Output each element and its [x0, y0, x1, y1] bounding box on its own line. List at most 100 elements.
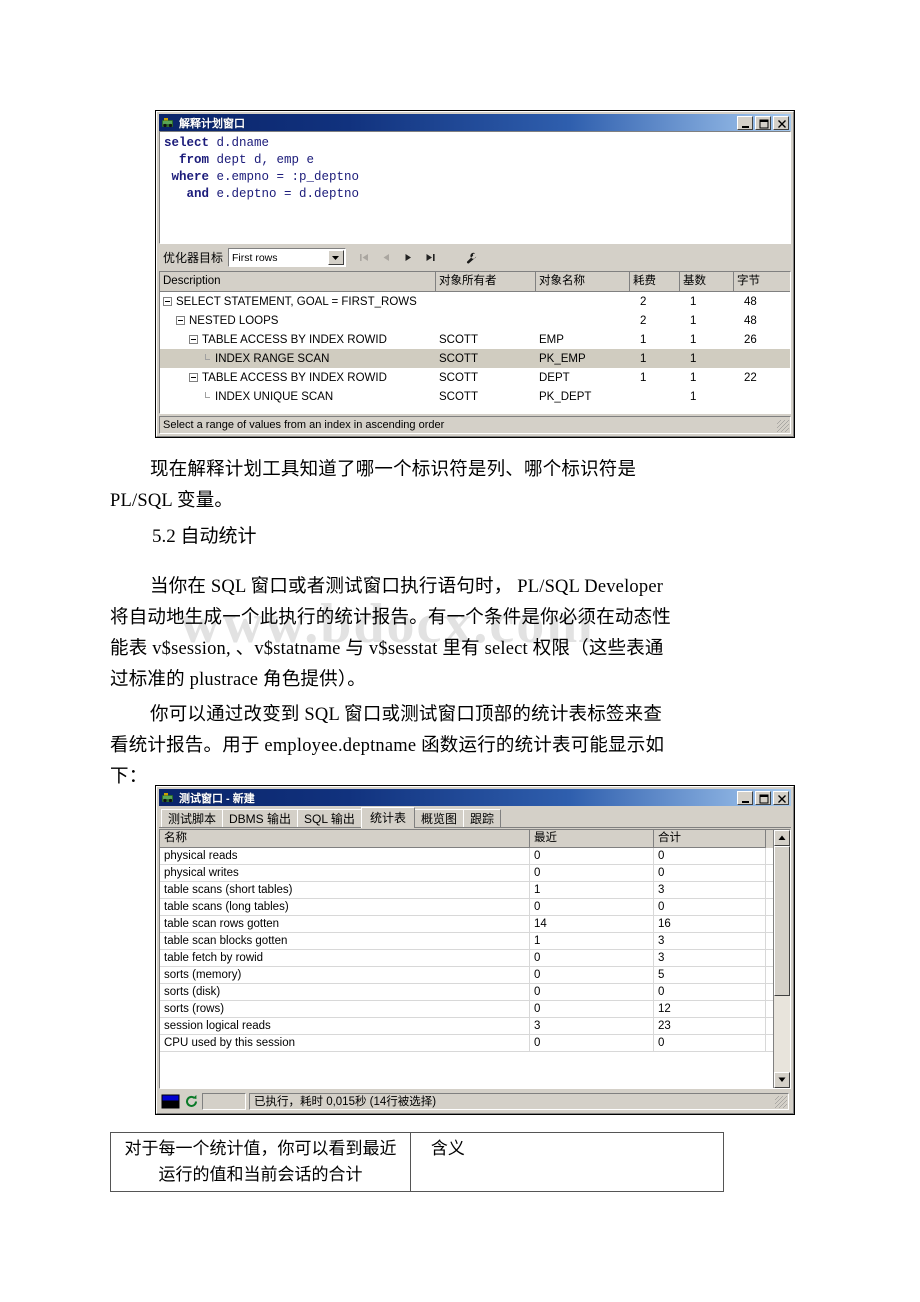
test-window-titlebar[interactable]: 测试窗口 - 新建: [159, 789, 791, 806]
close-button[interactable]: [773, 790, 789, 805]
tab-2[interactable]: DBMS 输出: [222, 809, 299, 827]
maximize-button[interactable]: [755, 790, 771, 805]
statistic-recent-value: 0: [530, 950, 654, 966]
explain-row-object-name: PK_EMP: [539, 352, 586, 365]
statistics-row[interactable]: sorts (rows) 0 12: [160, 1001, 773, 1018]
statistics-row[interactable]: physical writes 0 0: [160, 865, 773, 882]
record-navigator[interactable]: [358, 251, 478, 264]
statistic-recent-value: 0: [530, 1001, 654, 1017]
statistics-row[interactable]: sorts (disk) 0 0: [160, 984, 773, 1001]
scroll-up-arrow-icon[interactable]: [774, 830, 790, 846]
tab-1[interactable]: 测试脚本: [161, 809, 224, 827]
scrollbar-track[interactable]: [774, 996, 790, 1072]
minimize-button[interactable]: [737, 790, 753, 805]
statistic-name: sorts (rows): [160, 1001, 530, 1017]
explain-row-object-owner: SCOTT: [439, 352, 478, 365]
statistic-recent-value: 0: [530, 1035, 654, 1051]
tree-leaf-icon: [202, 354, 211, 363]
test-window[interactable]: 测试窗口 - 新建 测试脚本 DBMS 输出 SQL 输出 统计表 概览图 跟踪 名: [155, 785, 795, 1115]
tab-3[interactable]: SQL 输出: [297, 809, 362, 827]
statistic-recent-value: 1: [530, 882, 654, 898]
chevron-down-icon[interactable]: [328, 250, 345, 265]
explain-grid-body[interactable]: SELECT STATEMENT, GOAL = FIRST_ROWS 2 1 48 N…: [160, 292, 790, 413]
statistics-row[interactable]: CPU used by this session 0 0: [160, 1035, 773, 1052]
column-header-object-name[interactable]: 对象名称: [536, 272, 630, 291]
test-window-controls[interactable]: [737, 790, 790, 805]
tree-collapse-icon[interactable]: [189, 373, 198, 382]
column-header-description[interactable]: Description: [160, 272, 436, 291]
resize-grip[interactable]: [775, 1095, 787, 1108]
column-header-cost[interactable]: 耗费: [630, 272, 680, 291]
statistics-row[interactable]: sorts (memory) 0 5: [160, 967, 773, 984]
optimizer-goal-select[interactable]: First rows: [228, 248, 347, 267]
explain-plan-row[interactable]: SELECT STATEMENT, GOAL = FIRST_ROWS 2 1 48: [160, 292, 790, 311]
tree-collapse-icon[interactable]: [189, 335, 198, 344]
statistics-row[interactable]: table scans (short tables) 1 3: [160, 882, 773, 899]
refresh-icon[interactable]: [184, 1094, 199, 1109]
sql-editor[interactable]: select d.dname from dept d, emp e where …: [159, 131, 791, 244]
explain-plan-grid[interactable]: Description 对象所有者 对象名称 耗费 基数 字节 SELECT S…: [159, 271, 791, 414]
first-record-icon[interactable]: [358, 251, 371, 264]
tab-6[interactable]: 跟踪: [462, 809, 501, 827]
column-header-name[interactable]: 名称: [160, 830, 530, 848]
explain-row-description-cell: TABLE ACCESS BY INDEX ROWID: [160, 334, 436, 346]
statistic-recent-value: 0: [530, 848, 654, 864]
next-record-icon[interactable]: [402, 251, 415, 264]
column-header-bytes[interactable]: 字节: [734, 272, 788, 291]
statistics-grid-body[interactable]: physical reads 0 0 physical writes 0 0 table s…: [160, 848, 773, 1088]
explain-plan-row[interactable]: NESTED LOOPS 2 1 48: [160, 311, 790, 330]
statistics-row[interactable]: table fetch by rowid 0 3: [160, 950, 773, 967]
tree-collapse-icon[interactable]: [163, 297, 172, 306]
test-window-tabstrip[interactable]: 测试脚本 DBMS 输出 SQL 输出 统计表 概览图 跟踪: [159, 806, 791, 828]
explain-window-titlebar[interactable]: 解释计划窗口: [159, 114, 791, 131]
statistics-row[interactable]: table scan blocks gotten 1 3: [160, 933, 773, 950]
sql-keyword-select: select: [164, 136, 210, 150]
statistic-total-value: 0: [654, 1035, 766, 1051]
explain-row-cardinality: 1: [690, 295, 697, 308]
paragraph-1: 现在解释计划工具知道了哪一个标识符是列、哪个标识符是 PL/SQL 变量。: [110, 455, 810, 517]
statistics-row[interactable]: table scan rows gotten 14 16: [160, 916, 773, 933]
explain-window-controls[interactable]: [737, 115, 790, 130]
column-header-recent[interactable]: 最近: [530, 830, 654, 848]
tab-5[interactable]: 概览图: [413, 809, 464, 827]
scrollbar-thumb[interactable]: [774, 846, 790, 996]
column-header-cardinality[interactable]: 基数: [680, 272, 734, 291]
minimize-button[interactable]: [737, 115, 753, 130]
statistic-total-value: 3: [654, 950, 766, 966]
session-indicator-icon[interactable]: [161, 1094, 181, 1109]
column-header-total[interactable]: 合计: [654, 830, 766, 848]
sql-keyword-where: where: [171, 170, 210, 184]
tab-4[interactable]: 统计表: [360, 807, 415, 828]
explain-row-object-owner: SCOTT: [439, 371, 478, 384]
statistics-grid[interactable]: 名称 最近 合计 physical reads 0 0 physical writes…: [159, 829, 791, 1089]
statistic-name: sorts (memory): [160, 967, 530, 983]
explain-plan-window[interactable]: 解释计划窗口 select d.dname from dept d, emp e…: [155, 110, 795, 438]
last-record-icon[interactable]: [424, 251, 437, 264]
statistics-row[interactable]: session logical reads 3 23: [160, 1018, 773, 1035]
maximize-button[interactable]: [755, 115, 771, 130]
explain-row-bytes: 22: [744, 371, 757, 384]
resize-grip[interactable]: [777, 420, 789, 432]
explain-plan-row[interactable]: TABLE ACCESS BY INDEX ROWID SCOTT DEPT 1 1 22: [160, 368, 790, 387]
explain-row-cost: 2: [640, 295, 647, 308]
explain-row-bytes: 48: [744, 295, 757, 308]
explain-plan-row[interactable]: INDEX RANGE SCAN SCOTT PK_EMP 1 1: [160, 349, 790, 368]
statistic-total-value: 16: [654, 916, 766, 932]
tree-collapse-icon[interactable]: [176, 316, 185, 325]
close-button[interactable]: [773, 115, 789, 130]
column-header-object-owner[interactable]: 对象所有者: [436, 272, 536, 291]
explain-row-object-owner: SCOTT: [439, 333, 478, 346]
explain-row-cardinality: 1: [690, 390, 697, 403]
statistics-row[interactable]: physical reads 0 0: [160, 848, 773, 865]
statistics-vertical-scrollbar[interactable]: [773, 830, 790, 1088]
explain-plan-row[interactable]: INDEX UNIQUE SCAN SCOTT PK_DEPT 1: [160, 387, 790, 406]
statistic-total-value: 12: [654, 1001, 766, 1017]
wrench-icon[interactable]: [465, 251, 478, 264]
tree-leaf-icon: [202, 392, 211, 401]
scroll-down-arrow-icon[interactable]: [774, 1072, 790, 1088]
statistics-row[interactable]: table scans (long tables) 0 0: [160, 899, 773, 916]
previous-record-icon[interactable]: [380, 251, 393, 264]
explain-toolbar[interactable]: 优化器目标 First rows: [159, 244, 791, 271]
explain-plan-row[interactable]: TABLE ACCESS BY INDEX ROWID SCOTT EMP 1 1 26: [160, 330, 790, 349]
plsql-app-icon: [161, 116, 175, 130]
